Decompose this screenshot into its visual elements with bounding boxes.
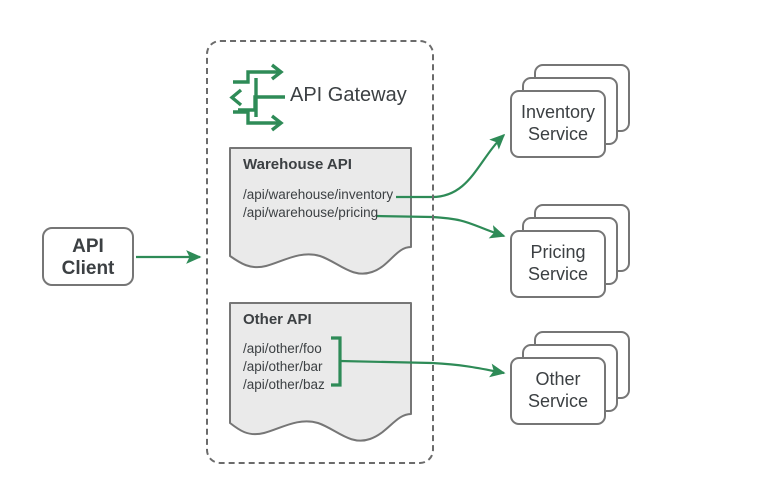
inventory-service-stack[interactable]: Inventory Service [510,64,650,162]
api-client-box[interactable] [42,227,134,286]
inventory-service-label: Inventory Service [520,102,596,144]
pricing-service-stack[interactable]: Pricing Service [510,204,650,302]
other-service-stack[interactable]: Other Service [510,331,650,429]
api-gateway-container[interactable] [206,40,434,464]
other-service-label: Other Service [527,369,589,411]
pricing-service-label: Pricing Service [527,242,589,284]
